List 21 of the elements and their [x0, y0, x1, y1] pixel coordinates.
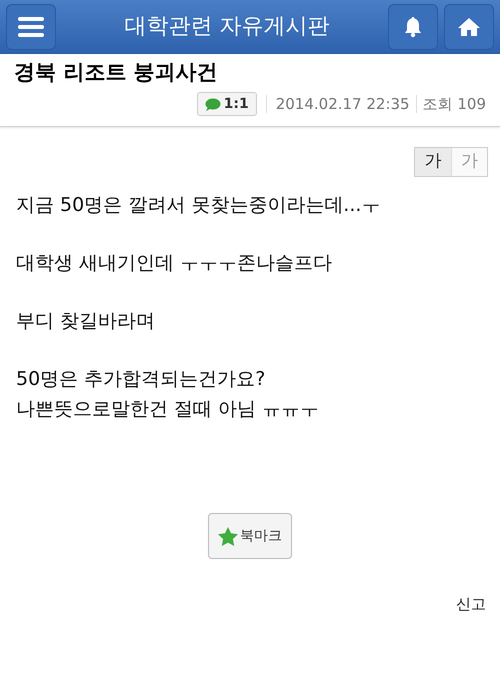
post-body-line: 나쁜뜻으로말한건 절때 아님 ㅠㅠㅜ [16, 397, 320, 421]
post-date: 2014.02.17 22:35 [276, 94, 410, 115]
menu-icon [18, 16, 44, 38]
bookmark-button[interactable]: 북마크 [208, 513, 292, 559]
chat-badge[interactable]: 1:1 [196, 92, 257, 116]
menu-button[interactable] [6, 4, 56, 50]
report-link[interactable]: 신고 [456, 593, 486, 616]
font-size-toggle[interactable]: 가 [415, 148, 451, 176]
post-body-line: 부디 찾길바라며 [16, 309, 156, 333]
post-body-line: 50명은 추가합격되는건가요? [16, 367, 266, 391]
view-count: 조회 109 [422, 94, 486, 115]
speech-bubble-icon [204, 98, 221, 110]
post-body-line: 지금 50명은 깔려서 못찾는중이라는데...ㅜ [16, 193, 382, 217]
bell-icon [404, 16, 422, 38]
board-title: 대학관련 자유게시판 [124, 13, 330, 41]
post-title: 경북 리조트 붕괴사건 [14, 59, 219, 86]
post-body-line: 대학생 새내기인데 ㅜㅜㅜ존나슬프다 [16, 251, 334, 275]
star-icon [218, 526, 238, 546]
notifications-button[interactable] [388, 4, 438, 50]
home-icon [457, 16, 481, 36]
home-button[interactable] [444, 4, 494, 50]
